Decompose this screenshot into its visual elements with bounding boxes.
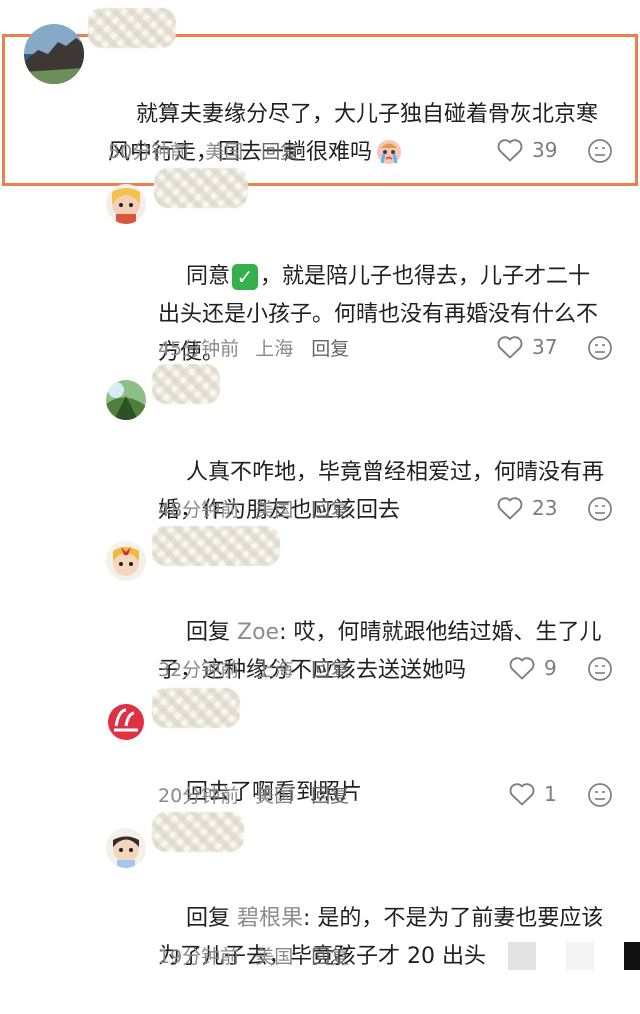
- username-blurred[interactable]: [152, 526, 280, 566]
- username-blurred[interactable]: [152, 812, 244, 852]
- username-blurred[interactable]: [152, 364, 220, 404]
- comment-meta: 19分钟前 美国 回复: [158, 942, 365, 969]
- like-count: 23: [532, 496, 558, 520]
- timestamp: 50分钟前: [108, 141, 190, 163]
- heart-icon: [509, 783, 535, 806]
- gray-block-icon: [508, 942, 536, 970]
- like-button[interactable]: 9: [508, 655, 557, 681]
- like-count: 39: [532, 138, 558, 162]
- timestamp: 48分钟前: [158, 499, 240, 521]
- dislike-icon[interactable]: [586, 137, 614, 165]
- avatar[interactable]: [106, 702, 146, 742]
- like-count: 9: [544, 656, 557, 680]
- heart-icon: [497, 336, 523, 359]
- reply-button[interactable]: 回复: [311, 338, 349, 360]
- dislike-icon[interactable]: [586, 495, 614, 523]
- like-button[interactable]: 39: [496, 137, 557, 163]
- black-block-icon: [624, 942, 640, 970]
- reply-button[interactable]: 回复: [261, 141, 299, 163]
- username-blurred[interactable]: [154, 168, 248, 208]
- avatar[interactable]: [106, 541, 146, 581]
- location: 美国: [255, 785, 294, 807]
- username-blurred[interactable]: [152, 688, 240, 728]
- reply-button[interactable]: 回复: [311, 785, 349, 807]
- cropped-icons: [508, 942, 640, 970]
- location: 上海: [255, 338, 294, 360]
- comment-meta: 50分钟前 美国 回复: [108, 137, 315, 164]
- light-gray-block-icon: [566, 942, 594, 970]
- heart-icon: [509, 657, 535, 680]
- heart-icon: [497, 497, 523, 520]
- reply-username[interactable]: Zoe: [237, 620, 279, 645]
- dislike-icon[interactable]: [586, 655, 614, 683]
- like-button[interactable]: 37: [496, 334, 557, 360]
- comment-meta: 32分钟前 上海 回复: [158, 655, 365, 682]
- username-blurred[interactable]: [88, 8, 176, 48]
- dislike-icon[interactable]: [586, 781, 614, 809]
- comment-meta: 48分钟前 美国 回复: [158, 495, 365, 522]
- timestamp: 45分钟前: [158, 338, 240, 360]
- avatar[interactable]: [106, 184, 146, 224]
- location: 美国: [205, 141, 244, 163]
- reply-button[interactable]: 回复: [311, 946, 349, 968]
- reply-button[interactable]: 回复: [311, 499, 349, 521]
- dislike-icon[interactable]: [586, 334, 614, 362]
- timestamp: 32分钟前: [158, 659, 240, 681]
- crying-face-emoji: [374, 136, 404, 166]
- timestamp: 20分钟前: [158, 785, 240, 807]
- location: 美国: [255, 946, 294, 968]
- avatar[interactable]: [24, 24, 84, 84]
- comment-text: 回复 碧根果: 是的，不是为了前妻也要应该为了儿子去，毕竟孩子才 20 出头: [158, 906, 604, 969]
- reply-button[interactable]: 回复: [311, 659, 349, 681]
- avatar[interactable]: [106, 380, 146, 420]
- reply-prefix: 回复: [185, 906, 230, 931]
- comment-meta: 45分钟前 上海 回复: [158, 334, 365, 361]
- heart-icon: [497, 139, 523, 162]
- like-button[interactable]: 23: [496, 495, 557, 521]
- avatar[interactable]: [106, 828, 146, 868]
- check-mark-emoji: ✓: [232, 264, 258, 290]
- like-count: 37: [532, 335, 558, 359]
- reply-username[interactable]: 碧根果: [237, 906, 303, 931]
- location: 上海: [255, 659, 294, 681]
- reply-prefix: 回复: [185, 620, 230, 645]
- timestamp: 19分钟前: [158, 946, 240, 968]
- like-button[interactable]: 1: [508, 781, 557, 807]
- like-count: 1: [544, 782, 557, 806]
- location: 美国: [255, 499, 294, 521]
- comment-text: 同意 ✓ ，就是陪儿子也得去，儿子才二十出头还是小孩子。何晴也没有再婚没有什么不方便…: [158, 264, 599, 365]
- comment-meta: 20分钟前 美国 回复: [158, 781, 365, 808]
